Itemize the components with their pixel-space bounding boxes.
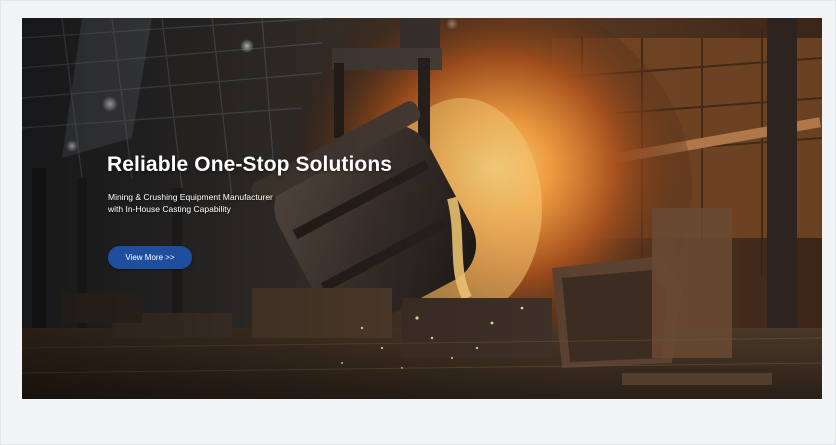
hero-banner: Reliable One-Stop Solutions Mining & Cru… [22,18,822,399]
view-more-button[interactable]: View More >> [108,246,192,269]
hero-subtitle-line1: Mining & Crushing Equipment Manufacturer [108,192,273,202]
hero-subtitle-line2: with In-House Casting Capability [108,204,231,214]
hero-title: Reliable One-Stop Solutions [107,153,393,176]
hero-subtitle: Mining & Crushing Equipment Manufacturer… [108,191,328,215]
page: Reliable One-Stop Solutions Mining & Cru… [0,0,836,445]
